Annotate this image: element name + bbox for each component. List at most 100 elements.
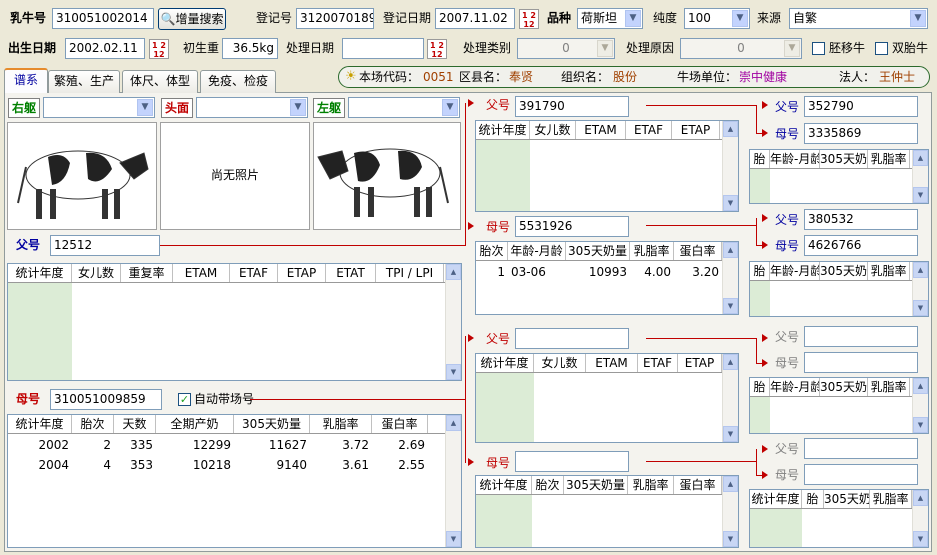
col-header: ETAM	[173, 264, 230, 282]
head-photo-select[interactable]: ▼	[196, 97, 308, 118]
scrollbar[interactable]: ▲ ▼	[722, 121, 738, 211]
dam-dam-input[interactable]	[515, 451, 629, 472]
dds-input[interactable]	[804, 438, 918, 459]
proc-type-select[interactable]: 0 ▼	[517, 38, 615, 59]
col-header: 重复率	[121, 264, 173, 282]
tab-pedigree[interactable]: 谱系	[4, 68, 48, 93]
scrollbar[interactable]: ▲ ▼	[722, 354, 738, 442]
auto-farm-code-checkbox[interactable]: ✓	[178, 393, 191, 406]
sdd-input[interactable]: 4626766	[804, 235, 918, 256]
left-side-photo-button[interactable]: 左躯	[313, 98, 345, 118]
pedigree-line	[756, 105, 757, 133]
scroll-down-icon[interactable]: ▼	[913, 300, 928, 316]
cow-no-input[interactable]: 310051002014	[52, 8, 154, 29]
sire-no-input[interactable]: 12512	[50, 235, 160, 256]
scroll-up-icon[interactable]: ▲	[723, 476, 738, 492]
scroll-down-icon[interactable]: ▼	[913, 187, 928, 203]
embryo-checkbox[interactable]	[812, 42, 825, 55]
dsd-input[interactable]	[804, 352, 918, 373]
cow-no-label: 乳牛号	[10, 11, 47, 25]
scroll-up-icon[interactable]: ▲	[723, 242, 738, 258]
tab-body-size[interactable]: 体尺、体型	[122, 70, 198, 93]
arrow-right-icon	[762, 359, 768, 367]
pedigree-line	[646, 338, 756, 339]
purity-select[interactable]: 100 ▼	[684, 8, 750, 29]
col-header: 蛋白率	[372, 415, 428, 433]
calendar-icon[interactable]: 1 2 12	[519, 9, 539, 29]
ddd-input[interactable]	[804, 464, 918, 485]
reg-no-input[interactable]: 3120070189	[296, 8, 374, 29]
calendar-icon[interactable]: 1 2 12	[427, 39, 447, 59]
birth-weight-input[interactable]: 36.5kg	[222, 38, 278, 59]
scroll-up-icon[interactable]: ▲	[723, 121, 738, 137]
ssd-input[interactable]: 3335869	[804, 123, 918, 144]
sds-input[interactable]: 380532	[804, 209, 918, 230]
scrollbar[interactable]: ▲ ▼	[912, 150, 928, 203]
scrollbar[interactable]: ▲ ▼	[722, 242, 738, 314]
scrollbar[interactable]: ▲ ▼	[912, 378, 928, 433]
left-photo-select[interactable]: ▼	[348, 97, 460, 118]
head-photo-button[interactable]: 头面	[161, 98, 193, 118]
pedigree-line	[646, 225, 756, 226]
calendar-icon[interactable]: 1 2 12	[149, 39, 169, 59]
incremental-search-button[interactable]: 🔍增量搜索	[158, 8, 226, 30]
scroll-up-icon[interactable]: ▲	[913, 490, 928, 506]
scroll-down-icon[interactable]: ▼	[446, 531, 461, 547]
scrollbar[interactable]: ▲ ▼	[722, 476, 738, 547]
col-header: TPI / LPI	[376, 264, 444, 282]
scroll-down-icon[interactable]: ▼	[913, 531, 928, 547]
scroll-up-icon[interactable]: ▲	[446, 415, 461, 431]
tab-immunity[interactable]: 免疫、检疫	[200, 70, 276, 93]
scrollbar[interactable]: ▲ ▼	[445, 264, 461, 380]
dam-sire-input[interactable]	[515, 328, 629, 349]
tab-breeding[interactable]: 繁殖、生产	[48, 70, 120, 93]
dam-lactation-table: 统计年度 胎次 天数 全期产奶 305天奶量 乳脂率 蛋白率 2002 2 335 1…	[7, 414, 462, 548]
scroll-up-icon[interactable]: ▲	[446, 264, 461, 280]
scroll-down-icon[interactable]: ▼	[446, 364, 461, 380]
reg-date-input[interactable]: 2007.11.02	[435, 8, 515, 29]
pedigree-line	[756, 218, 757, 245]
sss-input[interactable]: 352790	[804, 96, 918, 117]
sdd-table: 胎年龄-月龄 305天奶 乳脂率 ▲ ▼	[749, 261, 929, 317]
sire-dam-lactation-table: 胎次 年龄-月龄 305天奶量 乳脂率 蛋白率 1 03-06 10993 4.00 3.20 …	[475, 241, 739, 315]
twin-checkbox[interactable]	[875, 42, 888, 55]
source-select[interactable]: 自繁 ▼	[789, 8, 928, 29]
pedigree-line	[756, 338, 757, 363]
scroll-up-icon[interactable]: ▲	[913, 150, 928, 166]
col-header: ETAT	[326, 264, 376, 282]
scroll-up-icon[interactable]: ▲	[913, 378, 928, 394]
breed-select[interactable]: 荷斯坦 ▼	[577, 8, 643, 29]
dsd-label: 母号	[775, 356, 800, 370]
sire-sire-input[interactable]: 391790	[515, 96, 629, 117]
source-label: 来源	[757, 11, 782, 25]
dam-dam-label: 母号	[486, 456, 511, 470]
scroll-down-icon[interactable]: ▼	[723, 426, 738, 442]
sire-dam-input[interactable]: 5531926	[515, 216, 629, 237]
dam-no-input[interactable]: 310051009859	[50, 389, 162, 410]
pedigree-line	[465, 218, 466, 246]
scroll-up-icon[interactable]: ▲	[723, 354, 738, 370]
scroll-up-icon[interactable]: ▲	[913, 262, 928, 278]
legal-value: 王仲士	[879, 70, 916, 84]
birth-date-input[interactable]: 2002.02.11	[65, 38, 145, 59]
col-header: 女儿数	[72, 264, 121, 282]
proc-reason-select[interactable]: 0 ▼	[680, 38, 802, 59]
proc-date-input[interactable]	[342, 38, 424, 59]
scroll-down-icon[interactable]: ▼	[913, 417, 928, 433]
birth-weight-label: 初生重	[183, 41, 220, 55]
table-row[interactable]: 2004 4 353 10218 9140 3.61 2.55	[8, 455, 428, 475]
scrollbar[interactable]: ▲ ▼	[912, 490, 928, 547]
head-photo-placeholder: 尚无照片	[160, 122, 310, 230]
scroll-down-icon[interactable]: ▼	[723, 298, 738, 314]
table-row[interactable]: 1 03-06 10993 4.00 3.20	[476, 262, 722, 282]
dss-input[interactable]	[804, 326, 918, 347]
scroll-down-icon[interactable]: ▼	[723, 195, 738, 211]
embryo-label: 胚移牛	[829, 41, 866, 55]
scrollbar[interactable]: ▲ ▼	[912, 262, 928, 316]
scroll-down-icon[interactable]: ▼	[723, 531, 738, 547]
ssd-table: 胎年龄-月龄 305天奶 乳脂率 ▲ ▼	[749, 149, 929, 204]
right-side-photo-button[interactable]: 右躯	[8, 98, 40, 118]
table-row[interactable]: 2002 2 335 12299 11627 3.72 2.69	[8, 435, 428, 455]
right-photo-select[interactable]: ▼	[43, 97, 155, 118]
scrollbar[interactable]: ▲ ▼	[445, 415, 461, 547]
